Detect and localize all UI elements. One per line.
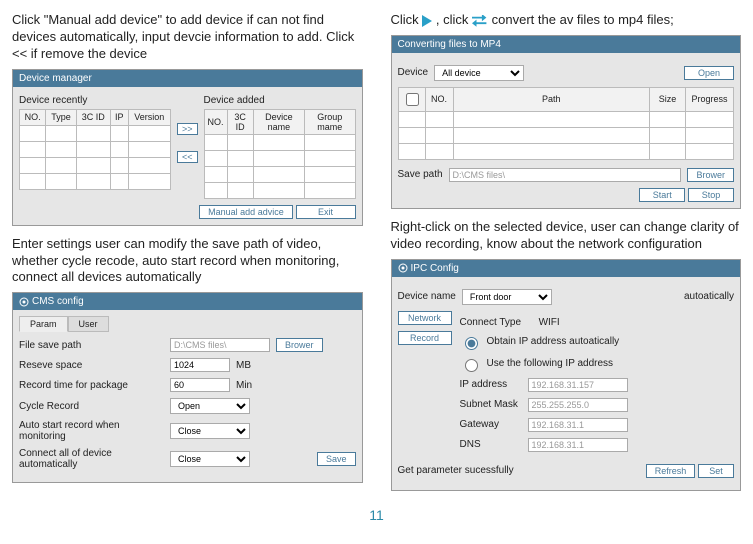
open-button[interactable]: Open [684, 66, 734, 80]
ip-address-input[interactable] [528, 378, 628, 392]
autoatically-label: autoatically [684, 291, 734, 302]
subnet-mask-input[interactable] [528, 398, 628, 412]
brower-button[interactable]: Brower [687, 168, 734, 182]
dns-label: DNS [460, 439, 522, 450]
connect-all-label: Connect all of device automatically [19, 448, 164, 470]
move-left-button[interactable]: << [177, 151, 198, 163]
col-progress: Progress [686, 87, 734, 111]
cycle-record-label: Cycle Record [19, 401, 164, 412]
brower-button[interactable]: Brower [276, 338, 323, 352]
status-text: Get parameter sucessfully [398, 465, 514, 476]
set-button[interactable]: Set [698, 464, 734, 478]
col-3cid: 3C ID [76, 109, 110, 125]
col-path: Path [453, 87, 650, 111]
refresh-button[interactable]: Refresh [646, 464, 696, 478]
stop-button[interactable]: Stop [688, 188, 734, 202]
tab-param[interactable]: Param [19, 316, 68, 332]
auto-start-label: Auto start record when monitoring [19, 420, 164, 442]
move-right-button[interactable]: >> [177, 123, 198, 135]
connect-all-select[interactable]: Close [170, 451, 250, 467]
col-group-name: Group mame [305, 109, 355, 134]
connect-type-value: WIFI [539, 317, 560, 328]
reseve-space-input[interactable] [170, 358, 230, 372]
device-manager-panel: Device manager Device recently NO. Type … [12, 69, 363, 226]
start-button[interactable]: Start [639, 188, 685, 202]
device-name-label: Device name [398, 291, 456, 302]
instruction-settings: Enter settings user can modify the save … [12, 236, 363, 287]
select-all-checkbox[interactable] [406, 93, 419, 106]
subnet-mask-label: Subnet Mask [460, 399, 522, 410]
cms-config-panel: CMS config ParamUser File save path Brow… [12, 292, 363, 483]
device-label: Device [398, 67, 429, 78]
cms-config-title: CMS config [13, 293, 362, 310]
record-time-label: Record time for package [19, 380, 164, 391]
col-3cid: 3C ID [227, 109, 253, 134]
min-label: Min [236, 380, 252, 391]
col-type: Type [46, 109, 76, 125]
exit-button[interactable]: Exit [296, 205, 356, 219]
col-ip: IP [110, 109, 128, 125]
page-number: 11 [12, 507, 741, 523]
use-following-ip-label: Use the following IP address [487, 358, 614, 369]
device-name-select[interactable]: Front door [462, 289, 552, 305]
device-select[interactable]: All device [434, 65, 524, 81]
device-added-label: Device added [204, 95, 356, 106]
gear-icon [19, 297, 29, 307]
auto-start-select[interactable]: Close [170, 423, 250, 439]
save-path-input[interactable] [449, 168, 682, 182]
save-path-label: Save path [398, 169, 443, 180]
col-version: Version [128, 109, 170, 125]
col-no: NO. [425, 87, 453, 111]
record-time-input[interactable] [170, 378, 230, 392]
mb-label: MB [236, 360, 251, 371]
col-no: NO. [204, 109, 227, 134]
network-button[interactable]: Network [398, 311, 452, 325]
device-recently-table: NO. Type 3C ID IP Version [19, 109, 171, 190]
ip-address-label: IP address [460, 379, 522, 390]
tab-user[interactable]: User [68, 316, 109, 332]
converting-panel: Converting files to MP4 Device All devic… [391, 35, 742, 209]
col-device-name: Device name [253, 109, 304, 134]
obtain-ip-label: Obtain IP address autoatically [487, 336, 620, 347]
record-button[interactable]: Record [398, 331, 452, 345]
play-icon [422, 15, 432, 27]
ipc-config-panel: IPC Config Device name Front door autoat… [391, 259, 742, 491]
manual-add-device-button[interactable]: Manual add advice [199, 205, 293, 219]
cycle-record-select[interactable]: Open [170, 398, 250, 414]
device-recently-label: Device recently [19, 95, 171, 106]
file-save-path-input[interactable] [170, 338, 270, 352]
instruction-ipc: Right-click on the selected device, user… [391, 219, 742, 253]
ipc-config-title: IPC Config [392, 260, 741, 277]
converting-title: Converting files to MP4 [392, 36, 741, 53]
device-manager-title: Device manager [13, 70, 362, 87]
connect-type-label: Connect Type [460, 317, 522, 328]
obtain-ip-radio[interactable] [465, 337, 478, 350]
reseve-space-label: Reseve space [19, 360, 164, 371]
convert-icon [472, 15, 488, 27]
col-size: Size [650, 87, 686, 111]
converting-table: NO. Path Size Progress [398, 87, 735, 160]
gateway-label: Gateway [460, 419, 522, 430]
save-button[interactable]: Save [317, 452, 356, 466]
file-save-path-label: File save path [19, 340, 164, 351]
use-following-ip-radio[interactable] [465, 359, 478, 372]
gear-icon [398, 263, 408, 273]
gateway-input[interactable] [528, 418, 628, 432]
device-added-table: NO. 3C ID Device name Group mame [204, 109, 356, 199]
col-no: NO. [20, 109, 46, 125]
instruction-convert: Click , click convert the av files to mp… [391, 12, 742, 29]
dns-input[interactable] [528, 438, 628, 452]
instruction-add-device: Click "Manual add device" to add device … [12, 12, 363, 63]
